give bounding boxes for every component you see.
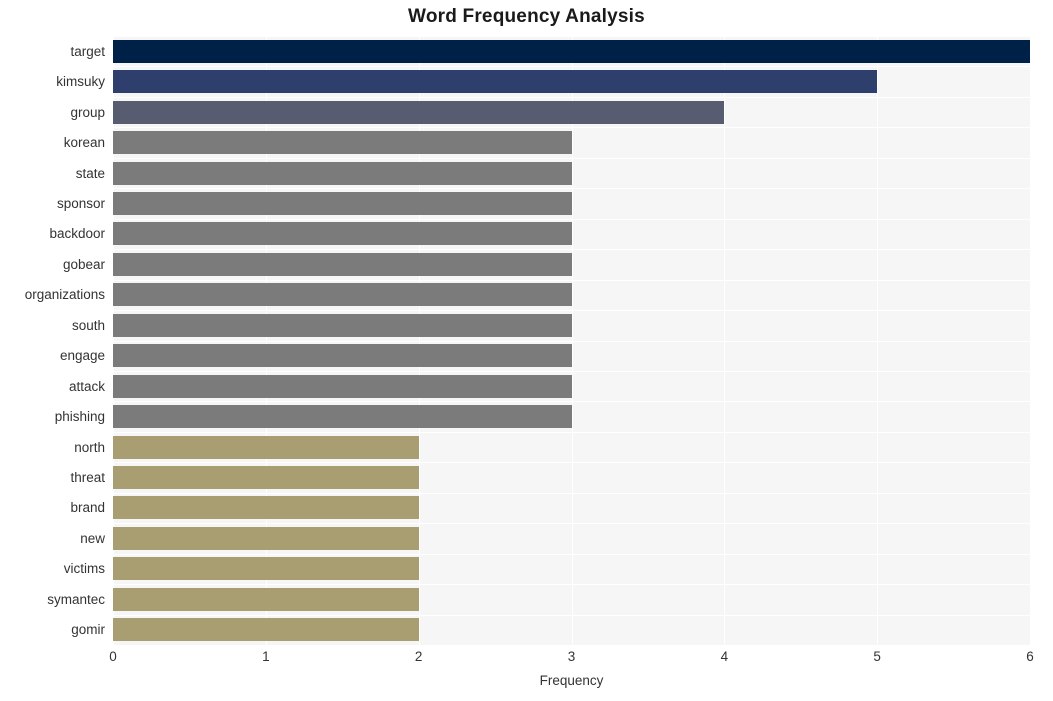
- bar: [113, 344, 572, 368]
- y-axis-tick-label: threat: [70, 470, 105, 486]
- y-axis-tick-label: south: [71, 317, 105, 333]
- bar: [113, 374, 572, 398]
- y-axis-tick-label: korean: [63, 135, 105, 151]
- y-axis-tick-label: organizations: [24, 287, 105, 303]
- x-axis-tick-label: 3: [567, 649, 576, 664]
- x-axis-tick-label: 2: [414, 649, 423, 664]
- y-axis-tick-label: gomir: [71, 622, 105, 638]
- y-axis-tick-label: sponsor: [56, 195, 105, 211]
- y-axis-tick-label: target: [70, 43, 105, 59]
- bar: [113, 313, 572, 337]
- bar: [113, 466, 419, 490]
- bar: [113, 587, 419, 611]
- y-axis-tick-label: gobear: [62, 256, 105, 272]
- chart-title: Word Frequency Analysis: [408, 6, 645, 27]
- x-axis-tick-label: 0: [109, 649, 117, 664]
- y-axis-tick-label: group: [70, 104, 105, 120]
- y-axis-tick-label: north: [74, 439, 105, 455]
- y-axis-tick-label: new: [80, 530, 105, 546]
- y-axis-tick-label: attack: [68, 378, 105, 394]
- y-axis-tick-label: brand: [70, 500, 105, 516]
- y-axis-tick-label: kimsuky: [56, 74, 105, 90]
- x-axis-tick-label: 1: [262, 649, 270, 664]
- bar: [113, 131, 572, 155]
- bar: [113, 496, 419, 520]
- bar: [113, 222, 572, 246]
- bar: [113, 557, 419, 581]
- bar: [113, 161, 572, 185]
- y-axis-tick-label: backdoor: [49, 226, 105, 242]
- y-axis-tick-label: engage: [59, 348, 105, 364]
- bar: [113, 191, 572, 215]
- bar: [113, 283, 572, 307]
- x-axis-tick-label: 4: [720, 649, 729, 664]
- bar: [113, 100, 725, 124]
- bar: [113, 435, 419, 459]
- y-axis-tick-label: state: [75, 165, 105, 181]
- y-axis-tick-label: victims: [63, 561, 105, 577]
- bar: [113, 618, 419, 642]
- chart-figure: Word Frequency Analysis target kimsuky gro…: [0, 0, 1053, 701]
- bar: [113, 70, 878, 94]
- y-axis-labels: target kimsuky group korean state sponsor back…: [0, 36, 105, 645]
- bar: [113, 526, 419, 550]
- bar: [113, 39, 1030, 63]
- gridline-vertical: [1030, 36, 1031, 645]
- x-axis-ticks: 0 1 2 3 4 5 6: [0, 649, 1053, 671]
- y-axis-tick-label: symantec: [47, 591, 105, 607]
- bars-layer: [113, 36, 1030, 645]
- gridline-horizontal: [113, 645, 1030, 646]
- x-axis-tick-label: 6: [1026, 649, 1034, 664]
- bar: [113, 405, 572, 429]
- plot-area: [113, 36, 1031, 646]
- y-axis-tick-label: phishing: [54, 409, 105, 425]
- x-axis-title: Frequency: [539, 673, 604, 688]
- bar: [113, 252, 572, 276]
- x-axis-tick-label: 5: [873, 649, 881, 664]
